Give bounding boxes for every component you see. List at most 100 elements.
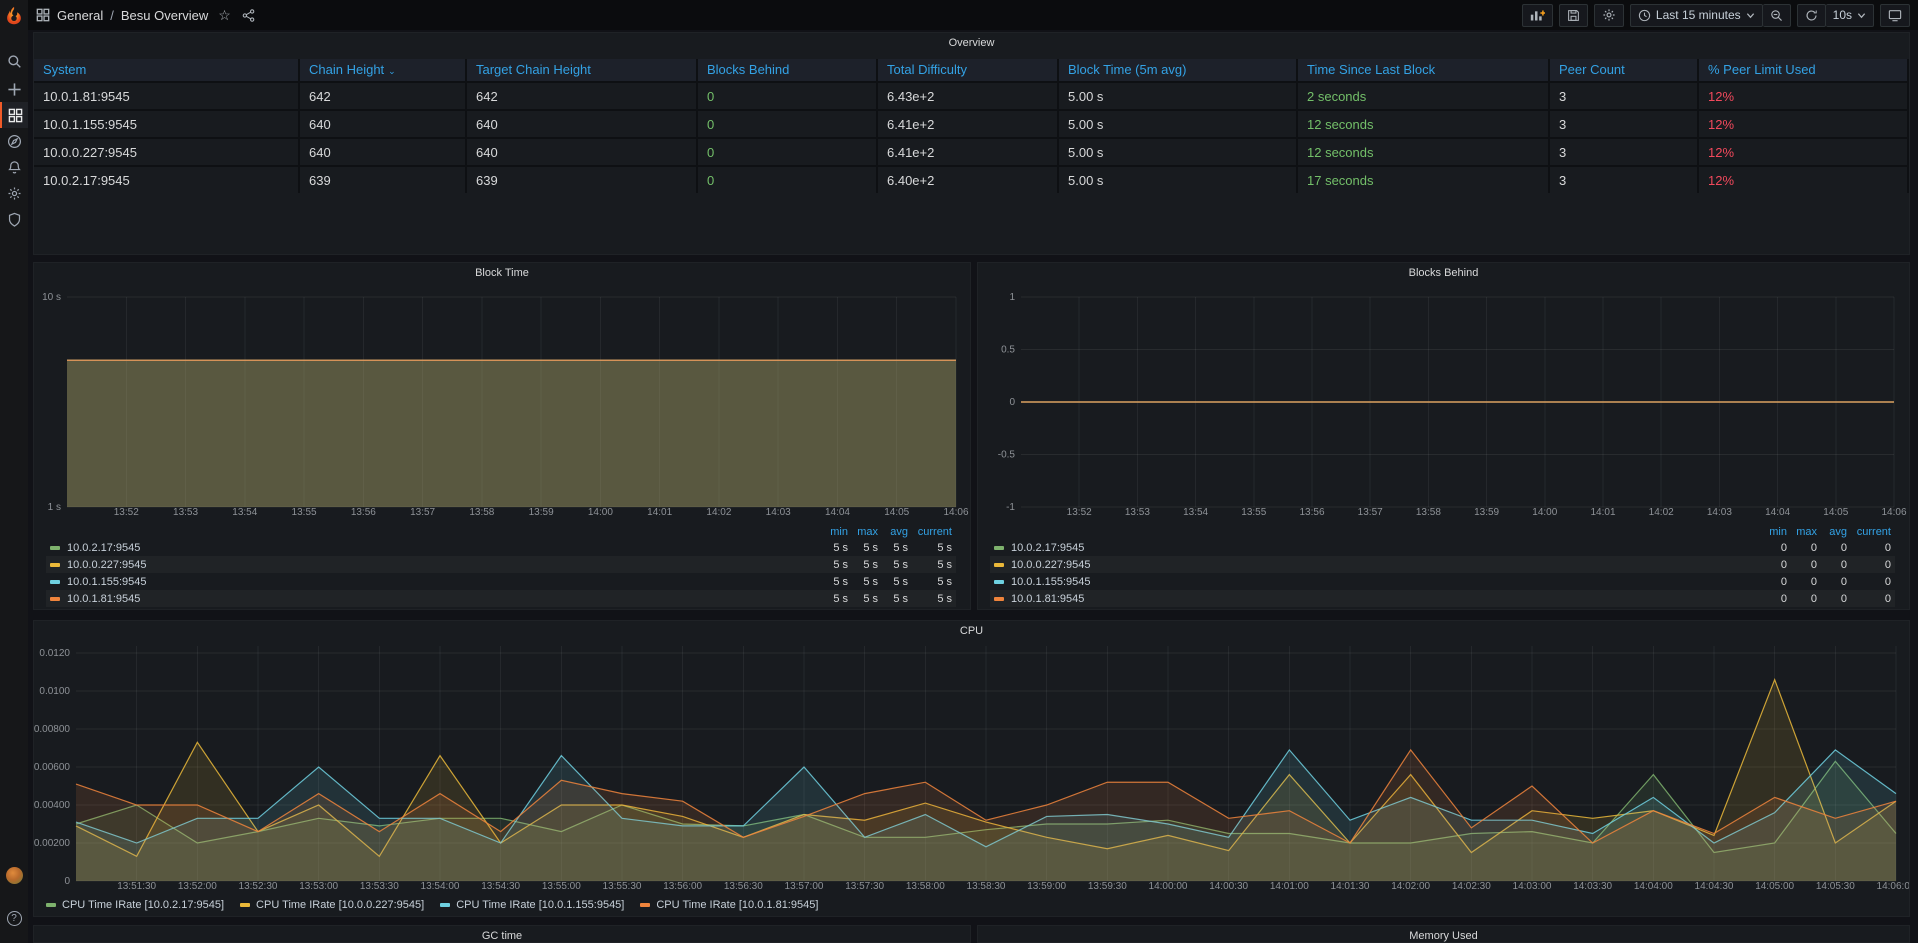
cpu-chart[interactable]: 0.01200.01000.008000.006000.004000.00200…	[34, 621, 1909, 916]
legend-item[interactable]: CPU Time IRate [10.0.1.81:9545]	[640, 899, 818, 911]
panel-title[interactable]: Overview	[34, 33, 1909, 53]
svg-text:14:02:00: 14:02:00	[1391, 881, 1430, 892]
dashboards-icon[interactable]	[0, 102, 28, 128]
dashboard-toolbar: Last 15 minutes 10s	[1522, 4, 1910, 27]
svg-text:13:53:00: 13:53:00	[299, 881, 338, 892]
table-header-row: SystemChain Height⌄Target Chain HeightBl…	[34, 59, 1909, 81]
panel-title[interactable]: GC time	[34, 926, 970, 943]
table-cell: 12%	[1699, 83, 1909, 109]
legend-stat-column[interactable]: max	[848, 526, 878, 538]
table-cell: 3	[1550, 139, 1699, 165]
svg-text:14:05: 14:05	[1823, 507, 1848, 518]
legend-stat-column[interactable]: avg	[878, 526, 908, 538]
legend-row[interactable]: 10.0.1.155:95450000	[990, 573, 1895, 590]
chart-legend: minmaxavgcurrent10.0.2.17:95455 s5 s5 s5…	[46, 525, 956, 607]
overview-panel: Overview SystemChain Height⌄Target Chain…	[33, 32, 1910, 255]
column-header[interactable]: Chain Height⌄	[300, 59, 467, 81]
blocks-behind-panel: Blocks Behind 10.50-0.5-113:5213:5313:54…	[977, 262, 1910, 610]
dashboard-settings-button[interactable]	[1594, 4, 1624, 27]
svg-text:14:06: 14:06	[943, 507, 968, 518]
svg-text:-1: -1	[1006, 502, 1015, 513]
column-header[interactable]: Time Since Last Block	[1298, 59, 1550, 81]
cycle-view-mode-button[interactable]	[1880, 4, 1910, 27]
legend-stat-value: 5 s	[908, 559, 952, 571]
svg-text:0.0100: 0.0100	[39, 686, 70, 697]
legend-stat-value: 5 s	[848, 559, 878, 571]
refresh-interval-picker[interactable]: 10s	[1826, 4, 1874, 27]
question-mark-icon: ?	[7, 911, 22, 926]
server-admin-icon[interactable]	[0, 206, 28, 232]
legend-stat-column[interactable]: min	[818, 526, 848, 538]
legend-stat-column[interactable]: max	[1787, 526, 1817, 538]
svg-text:13:53:30: 13:53:30	[360, 881, 399, 892]
alerting-icon[interactable]	[0, 154, 28, 180]
legend-item[interactable]: CPU Time IRate [10.0.2.17:9545]	[46, 899, 224, 911]
column-header[interactable]: Total Difficulty	[878, 59, 1059, 81]
save-dashboard-button[interactable]	[1559, 4, 1588, 27]
refresh-button[interactable]	[1797, 4, 1826, 27]
legend-stat-value: 5 s	[878, 593, 908, 605]
time-range-picker[interactable]: Last 15 minutes	[1630, 4, 1763, 27]
legend-stat-value: 0	[1757, 542, 1787, 554]
svg-text:13:52: 13:52	[114, 507, 139, 518]
table-cell: 639	[300, 167, 467, 193]
explore-icon[interactable]	[0, 128, 28, 154]
legend-stat-column[interactable]: avg	[1817, 526, 1847, 538]
table-cell: 10.0.0.227:9545	[34, 139, 300, 165]
create-icon[interactable]	[0, 76, 28, 102]
legend-row[interactable]: 10.0.2.17:95450000	[990, 539, 1895, 556]
svg-text:0.00800: 0.00800	[34, 724, 70, 735]
svg-text:0: 0	[64, 876, 70, 887]
legend-row[interactable]: 10.0.2.17:95455 s5 s5 s5 s	[46, 539, 956, 556]
table-row: 10.0.0.227:954564064006.41e+25.00 s12 se…	[34, 137, 1909, 165]
search-icon[interactable]	[0, 48, 28, 74]
table-row: 10.0.1.81:954564264206.43e+25.00 s2 seco…	[34, 81, 1909, 109]
legend-stat-value: 5 s	[848, 593, 878, 605]
panel-title[interactable]: Memory Used	[978, 926, 1909, 943]
zoom-out-button[interactable]	[1763, 4, 1791, 27]
legend-stat-value: 5 s	[818, 576, 848, 588]
table-cell: 6.41e+2	[878, 111, 1059, 137]
column-header[interactable]: Block Time (5m avg)	[1059, 59, 1298, 81]
legend-row[interactable]: 10.0.1.81:95450000	[990, 590, 1895, 607]
table-cell: 12%	[1699, 139, 1909, 165]
legend-stat-column[interactable]: current	[908, 526, 952, 538]
legend-item[interactable]: CPU Time IRate [10.0.0.227:9545]	[240, 899, 424, 911]
series-color-swatch	[240, 903, 250, 907]
star-icon[interactable]: ☆	[218, 8, 231, 22]
configuration-icon[interactable]	[0, 180, 28, 206]
legend-stat-value: 5 s	[908, 576, 952, 588]
chart-legend: minmaxavgcurrent10.0.2.17:9545000010.0.0…	[990, 525, 1895, 607]
table-cell: 640	[467, 111, 698, 137]
column-header[interactable]: Target Chain Height	[467, 59, 698, 81]
legend-row[interactable]: 10.0.1.155:95455 s5 s5 s5 s	[46, 573, 956, 590]
table-cell: 10.0.2.17:9545	[34, 167, 300, 193]
add-panel-button[interactable]	[1522, 4, 1553, 27]
help-icon[interactable]: ?	[0, 905, 28, 931]
column-header[interactable]: Peer Count	[1550, 59, 1699, 81]
svg-text:0.00400: 0.00400	[34, 800, 70, 811]
share-icon[interactable]	[242, 9, 255, 22]
legend-row[interactable]: 10.0.0.227:95450000	[990, 556, 1895, 573]
series-color-swatch	[50, 597, 60, 601]
series-color-swatch	[440, 903, 450, 907]
legend-stat-value: 5 s	[818, 542, 848, 554]
user-avatar[interactable]	[0, 862, 28, 888]
legend-row[interactable]: 10.0.0.227:95455 s5 s5 s5 s	[46, 556, 956, 573]
column-header[interactable]: System	[34, 59, 300, 81]
sort-caret-icon: ⌄	[388, 66, 396, 76]
column-header[interactable]: Blocks Behind	[698, 59, 878, 81]
svg-text:-0.5: -0.5	[998, 450, 1016, 461]
breadcrumb-section[interactable]: General	[57, 8, 103, 23]
legend-stat-column[interactable]: current	[1847, 526, 1891, 538]
svg-text:13:55: 13:55	[292, 507, 317, 518]
column-header[interactable]: % Peer Limit Used	[1699, 59, 1909, 81]
legend-stat-column[interactable]: min	[1757, 526, 1787, 538]
legend-item[interactable]: CPU Time IRate [10.0.1.155:9545]	[440, 899, 624, 911]
breadcrumb-title[interactable]: Besu Overview	[121, 8, 208, 23]
legend-row[interactable]: 10.0.1.81:95455 s5 s5 s5 s	[46, 590, 956, 607]
grafana-logo-icon[interactable]	[3, 5, 25, 27]
table-cell: 0	[698, 111, 878, 137]
block-time-panel: Block Time 10 s1 s13:5213:5313:5413:5513…	[33, 262, 971, 610]
table-cell: 0	[698, 167, 878, 193]
